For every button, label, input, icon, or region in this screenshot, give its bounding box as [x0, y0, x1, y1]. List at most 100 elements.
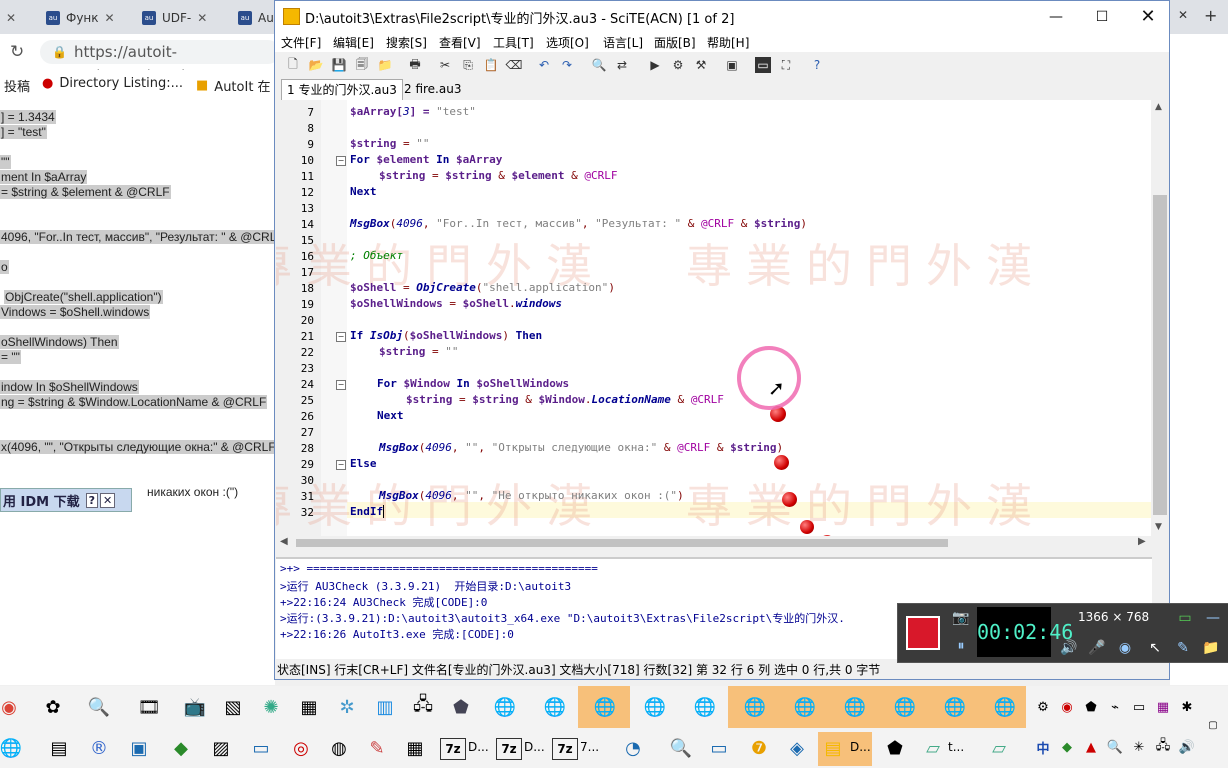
- stop-icon[interactable]: ▣: [724, 57, 740, 73]
- volume-icon[interactable]: 🔊: [1178, 738, 1196, 756]
- menu-panel[interactable]: 面版[B]: [654, 34, 696, 51]
- browser-tab[interactable]: au UDF- ✕: [142, 4, 207, 32]
- app-icon[interactable]: ⬟: [446, 692, 476, 722]
- app-icon[interactable]: ✲: [332, 692, 362, 722]
- scroll-thumb[interactable]: [1153, 195, 1167, 515]
- network-icon[interactable]: 🖧: [408, 692, 438, 722]
- bookmark-item[interactable]: ■ AutoIt 在: [196, 76, 271, 95]
- tab-file-2[interactable]: 2 fire.au3: [399, 79, 466, 99]
- scroll-left-icon[interactable]: ◀: [280, 536, 288, 547]
- scroll-thumb[interactable]: [296, 539, 948, 547]
- app-icon[interactable]: ▤: [44, 733, 74, 763]
- speaker-icon[interactable]: 🔊: [1058, 638, 1080, 658]
- globe-icon[interactable]: 🌐: [690, 692, 720, 722]
- menu-options[interactable]: 选项[O]: [546, 34, 589, 51]
- globe-icon[interactable]: 🌐: [0, 733, 26, 763]
- close-icon[interactable]: ✕: [6, 11, 16, 25]
- code-editor[interactable]: 專業的門外漢 專業的門外漢 專業的門外漢 專業的門外漢 7 8 9 10 11 …: [276, 100, 1152, 536]
- tray-icon[interactable]: ◉: [1058, 698, 1076, 716]
- app-icon[interactable]: ✎: [362, 733, 392, 763]
- globe-icon[interactable]: 🌐: [790, 692, 820, 722]
- fold-toggle-icon[interactable]: −: [336, 156, 346, 166]
- app-icon[interactable]: ▧: [218, 692, 248, 722]
- 7zip-icon[interactable]: 7z: [552, 738, 578, 760]
- app-icon[interactable]: ▭: [246, 733, 276, 763]
- bookmark-item[interactable]: ● Directory Listing:...: [42, 76, 183, 91]
- app-icon[interactable]: ✺: [256, 692, 286, 722]
- scroll-down-icon[interactable]: ▼: [1155, 522, 1162, 532]
- new-tab-icon[interactable]: +: [1204, 6, 1217, 25]
- search-tool-icon[interactable]: 🔍: [84, 692, 114, 722]
- tray-icon[interactable]: ◆: [1058, 738, 1076, 756]
- tab-close-icon[interactable]: ✕: [1178, 8, 1188, 22]
- globe-icon[interactable]: 🌐: [490, 692, 520, 722]
- folder-icon[interactable]: 📁: [1200, 638, 1222, 658]
- chrome-icon[interactable]: ◉: [0, 692, 24, 722]
- tv-icon[interactable]: 📺: [180, 692, 210, 722]
- minimize-icon[interactable]: —: [1033, 1, 1079, 32]
- globe-icon[interactable]: 🌐: [890, 692, 920, 722]
- horizontal-scrollbar[interactable]: ◀ ▶: [276, 536, 1151, 550]
- find-icon[interactable]: 🔍: [591, 57, 607, 73]
- globe-icon[interactable]: 🌐: [840, 692, 870, 722]
- tray-icon[interactable]: ✳: [1130, 738, 1148, 756]
- app-icon[interactable]: ✿: [38, 692, 68, 722]
- app-icon[interactable]: ◎: [286, 733, 316, 763]
- app-icon[interactable]: ▱: [918, 733, 948, 763]
- app-icon[interactable]: ◍: [324, 733, 354, 763]
- menu-file[interactable]: 文件[F]: [281, 34, 321, 51]
- save-all-icon[interactable]: 🗐: [354, 57, 370, 73]
- cursor-icon[interactable]: ↖: [1144, 638, 1166, 658]
- pause-icon[interactable]: ⏸: [950, 636, 972, 656]
- globe-icon[interactable]: 🌐: [740, 692, 770, 722]
- menu-help[interactable]: 帮助[H]: [707, 34, 749, 51]
- new-file-icon[interactable]: 🗋: [285, 57, 301, 73]
- app-icon[interactable]: ◈: [782, 733, 812, 763]
- folder-icon[interactable]: 📁: [377, 57, 393, 73]
- menu-language[interactable]: 语言[L]: [603, 34, 643, 51]
- app-icon[interactable]: ◔: [618, 733, 648, 763]
- menu-tools[interactable]: 工具[T]: [493, 34, 534, 51]
- ime-indicator[interactable]: 中: [1034, 738, 1052, 757]
- globe-icon[interactable]: 🌐: [540, 692, 570, 722]
- pen-icon[interactable]: ✎: [1172, 638, 1194, 658]
- save-icon[interactable]: 💾: [331, 57, 347, 73]
- delete-icon[interactable]: ⌫: [506, 57, 523, 73]
- maximize-icon[interactable]: ☐: [1079, 1, 1125, 32]
- app-icon[interactable]: ▥: [370, 692, 400, 722]
- menu-search[interactable]: 搜索[S]: [386, 34, 427, 51]
- replace-icon[interactable]: ⇄: [614, 57, 630, 73]
- fold-toggle-icon[interactable]: −: [336, 332, 346, 342]
- app-icon[interactable]: ▨: [206, 733, 236, 763]
- build-icon[interactable]: ⚒: [693, 57, 709, 73]
- webcam-icon[interactable]: ◉: [1114, 638, 1136, 658]
- app-icon[interactable]: ®: [84, 733, 114, 763]
- globe-icon[interactable]: 🌐: [990, 692, 1020, 722]
- tray-icon[interactable]: ✱: [1178, 698, 1196, 716]
- fold-toggle-icon[interactable]: −: [336, 460, 346, 470]
- microphone-icon[interactable]: 🎤: [1086, 638, 1108, 658]
- calendar-icon[interactable]: ▦: [400, 733, 430, 763]
- tray-icon[interactable]: ⬟: [1082, 698, 1100, 716]
- bookmark-item[interactable]: 投稿: [4, 76, 30, 95]
- undo-icon[interactable]: ↶: [536, 57, 552, 73]
- close-icon[interactable]: ✕: [100, 492, 116, 508]
- print-icon[interactable]: 🖶: [407, 57, 423, 73]
- tray-icon[interactable]: ▲: [1082, 738, 1100, 756]
- idm-download-bar[interactable]: 用 IDM 下载 ? ✕: [0, 488, 132, 512]
- reload-icon[interactable]: ↻: [10, 42, 24, 62]
- title-bar[interactable]: D:\autoit3\Extras\File2script\专业的门外汉.au3…: [275, 1, 1169, 32]
- record-stop-button[interactable]: [906, 616, 940, 650]
- browser-tab[interactable]: ✕: [6, 4, 16, 32]
- app-icon[interactable]: ▦: [294, 692, 324, 722]
- browser-tab[interactable]: au Au: [238, 4, 274, 32]
- help-icon[interactable]: ?: [809, 57, 825, 73]
- app-icon[interactable]: ⬟: [880, 733, 910, 763]
- tray-icon[interactable]: 🔍: [1106, 738, 1124, 756]
- app-icon[interactable]: ▭: [704, 733, 734, 763]
- fold-toggle-icon[interactable]: −: [336, 380, 346, 390]
- app-icon[interactable]: ▣: [124, 733, 154, 763]
- video-icon[interactable]: 🎞: [134, 692, 164, 722]
- search-folder-icon[interactable]: 🔍: [666, 733, 696, 763]
- url-bar[interactable]: https://autoit-script.ru/docs/k: [40, 40, 280, 85]
